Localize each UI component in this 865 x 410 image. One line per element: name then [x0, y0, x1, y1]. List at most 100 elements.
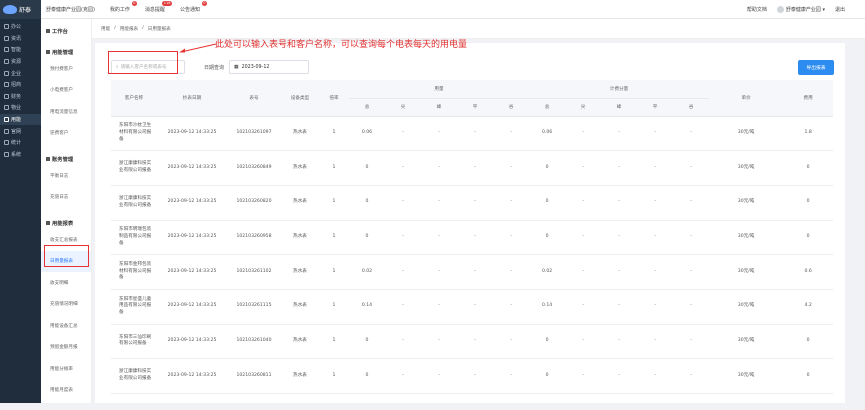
count-badge: 0	[201, 0, 207, 6]
table-row[interactable]: 浙江康康科技实业有限公司报备 2023-09-12 14:33:25 1021032…	[111, 185, 834, 221]
billing-cell: -	[637, 185, 674, 221]
amount-cell: 0	[783, 150, 834, 186]
read-time-cell: 2023-09-12 14:33:25	[157, 185, 227, 221]
usage-cell: -	[457, 358, 493, 394]
col-sub-header: 尖	[565, 98, 602, 117]
col-sub-header: 谷	[673, 98, 710, 117]
menu-item[interactable]: 平衡日志	[41, 165, 91, 187]
rail-item[interactable]: 办公	[0, 21, 41, 33]
breadcrumb-item[interactable]: 用能	[101, 26, 110, 32]
billing-cell: -	[601, 358, 638, 394]
billing-cell: 0	[529, 220, 566, 256]
menu-group-label: 用能报表	[52, 221, 74, 227]
type-cell: 热水表	[281, 289, 319, 325]
rail-item[interactable]: 招商	[0, 79, 41, 91]
billing-cell: -	[565, 254, 602, 290]
rail-item-label: 企业	[11, 70, 22, 77]
amount-cell: 0	[783, 324, 834, 360]
amount-cell: 0	[783, 185, 834, 221]
billing-cell: -	[673, 185, 710, 221]
menu-item[interactable]: 充值日志	[41, 187, 91, 209]
menu-item[interactable]: 小电费客户	[41, 80, 91, 102]
menu-item[interactable]: 充值情况明细	[41, 294, 91, 316]
usage-cell: -	[421, 289, 457, 325]
logo-icon	[3, 5, 17, 14]
meter-cell: 102103260958	[227, 220, 281, 256]
billing-cell: -	[601, 254, 638, 290]
menu-item[interactable]: 用能月度表	[41, 380, 91, 402]
usage-cell: -	[385, 185, 421, 221]
read-time-cell: 2023-09-12 14:33:25	[157, 289, 227, 325]
rail-item[interactable]: 统计	[0, 137, 41, 149]
billing-cell: -	[601, 185, 638, 221]
export-button[interactable]: 导出报表	[798, 60, 834, 75]
table-row[interactable]: 东阳市三仙印刷有限公司报备 2023-09-12 14:33:25 10210326…	[111, 324, 834, 360]
rail-item-label: 资讯	[11, 35, 22, 42]
rail-item[interactable]: 用能	[0, 113, 41, 126]
menu-group-icon	[46, 29, 50, 33]
col-amount: 费用	[783, 80, 834, 117]
billing-cell: -	[565, 185, 602, 221]
table-row[interactable]: 东阳市沙枕卫生材料有限公司报备 2023-09-12 14:33:25 102103…	[111, 116, 834, 152]
menu-group[interactable]: 账务管理	[41, 153, 91, 165]
rail-item[interactable]: 资讯	[0, 33, 41, 45]
date-label: 日期查询	[204, 64, 225, 71]
breadcrumb-item[interactable]: 用能报表	[120, 26, 138, 32]
usage-cell: -	[421, 220, 457, 256]
rail-item[interactable]: 系统	[0, 149, 41, 161]
module-icon	[4, 105, 9, 111]
menu-item[interactable]: 逆费客户	[41, 123, 91, 145]
menu-item[interactable]: 收支明细	[41, 272, 91, 294]
billing-cell: -	[565, 220, 602, 256]
table-row[interactable]: 浙江康康科技实业有限公司报备 2023-09-12 14:33:25 1021032…	[111, 358, 834, 394]
top-tab[interactable]: 公告通知 0	[180, 0, 207, 13]
user-menu[interactable]: 舒泰健康产业园 ▾	[776, 5, 825, 13]
top-tab-label: 我的工作	[109, 6, 130, 13]
usage-cell: -	[385, 116, 421, 152]
menu-item[interactable]: 用能设备汇总	[41, 315, 91, 337]
rail-item[interactable]: 企业	[0, 67, 41, 79]
menu-group[interactable]: 用能管理	[41, 46, 91, 58]
table-row[interactable]: 东阳市星盛儿童用品有限公司报备 2023-09-12 14:33:25 102103…	[111, 289, 834, 325]
rail-item[interactable]: 智能	[0, 44, 41, 56]
meter-cell: 102103261097	[227, 116, 281, 152]
rail-item[interactable]: 资源	[0, 56, 41, 68]
menu-group[interactable]: 工作台	[41, 25, 91, 37]
table-row[interactable]: 东阳市明瑞包装制品有限公司报备 2023-09-12 14:33:25 102103…	[111, 220, 834, 256]
usage-cell: -	[457, 220, 493, 256]
col-read-time: 抄表日期	[157, 80, 227, 117]
menu-group-label: 用能管理	[52, 50, 74, 56]
rail-item-label: 招商	[11, 82, 22, 89]
rail-item[interactable]: 财务	[0, 91, 41, 103]
top-tab[interactable]: 舒泰健康产业园(克园)	[46, 6, 95, 13]
report-panel: ⌕ 请输入客户名称或表号 日期查询 ▦ 2023-09-12 导出报表 客户名称 抄…	[95, 43, 845, 403]
amount-cell: 0.6	[783, 254, 834, 290]
help-link[interactable]: 帮助文档	[747, 6, 767, 13]
menu-item[interactable]: 用能分摊率	[41, 358, 91, 380]
logout-link[interactable]: 退出	[835, 6, 845, 13]
table-row[interactable]: 浙江康康科技实业有限公司报备 2023-09-12 14:33:25 1021032…	[111, 150, 834, 186]
billing-cell: 0.02	[529, 254, 566, 290]
rail-item[interactable]: 物业	[0, 102, 41, 114]
top-tab[interactable]: 我的工作 0	[109, 0, 137, 13]
usage-cell: -	[493, 289, 530, 325]
top-tab[interactable]: 消息提醒 116	[145, 0, 172, 13]
count-badge: 0	[131, 0, 137, 6]
ratio-cell: 1	[319, 324, 349, 360]
billing-cell: -	[601, 289, 638, 325]
breadcrumb-item[interactable]: 日用量报表	[148, 26, 171, 32]
menu-group[interactable]: 用能报表	[41, 217, 91, 229]
date-picker[interactable]: ▦ 2023-09-12	[229, 60, 310, 74]
top-tab-label: 舒泰健康产业园(克园)	[46, 6, 95, 13]
annotation-text: 此处可以输入表号和客户名称，可以查询每个电表每天的用电量	[215, 40, 468, 50]
rail-item[interactable]: 官网	[0, 125, 41, 137]
customer-cell: 东阳市金邦包装材料有限公司报备	[111, 254, 157, 290]
usage-cell: 0.06	[349, 116, 385, 152]
menu-item[interactable]: 预留金额月报	[41, 337, 91, 359]
read-time-cell: 2023-09-12 14:33:25	[157, 220, 227, 256]
usage-cell: -	[385, 150, 421, 186]
table-row[interactable]: 东阳市金邦包装材料有限公司报备 2023-09-12 14:33:25 102103…	[111, 254, 834, 290]
menu-group-label: 账务管理	[52, 157, 74, 163]
menu-item[interactable]: 预付费客户	[41, 58, 91, 80]
menu-item[interactable]: 用电流量信息	[41, 101, 91, 123]
